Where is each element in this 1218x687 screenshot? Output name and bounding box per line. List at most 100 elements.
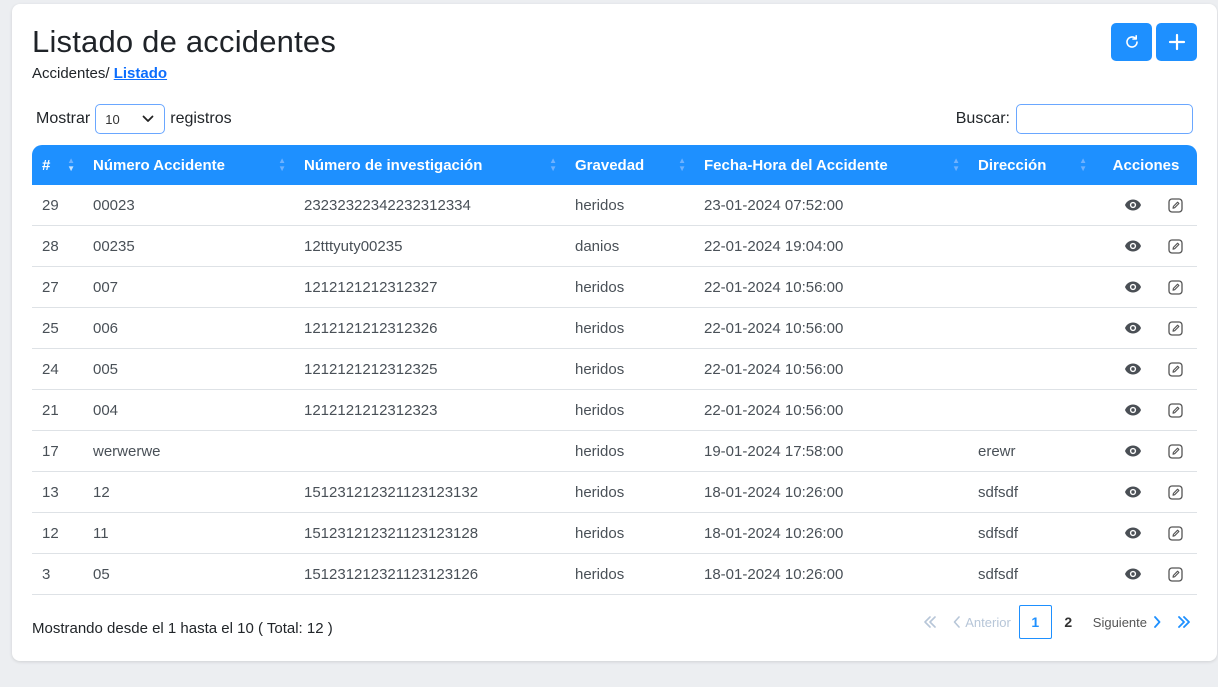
top-toolbar	[1111, 23, 1197, 61]
breadcrumb-parent: Accidentes/	[32, 65, 110, 82]
table-row: 27 007 1212121212312327 heridos 22-01-2024 1…	[32, 267, 1197, 308]
search-control: Buscar:	[956, 104, 1193, 134]
breadcrumb-current-link[interactable]: Listado	[114, 65, 167, 82]
edit-icon	[1167, 566, 1183, 582]
cell-direccion: erewr	[968, 431, 1095, 472]
cell-numero-investigacion: 12tttyuty00235	[294, 226, 565, 267]
chevron-down-icon	[142, 115, 154, 122]
length-prefix-label: Mostrar	[36, 110, 91, 127]
cell-numero-investigacion: 1212121212312325	[294, 349, 565, 390]
cell-gravedad: heridos	[565, 390, 694, 431]
edit-button[interactable]	[1165, 195, 1185, 215]
cell-fecha-hora: 18-01-2024 10:26:00	[694, 513, 968, 554]
page-button-2[interactable]: 2	[1052, 605, 1085, 639]
cell-numero-investigacion: 151231212321123123132	[294, 472, 565, 513]
cell-actions	[1095, 472, 1197, 513]
edit-icon	[1167, 402, 1183, 418]
column-header-numero-accidente[interactable]: Número Accidente ▲ ▼	[83, 145, 294, 185]
sort-icon: ▲ ▼	[952, 156, 960, 173]
cell-direccion: sdfsdf	[968, 513, 1095, 554]
cell-fecha-hora: 22-01-2024 10:56:00	[694, 349, 968, 390]
cell-fecha-hora: 22-01-2024 19:04:00	[694, 226, 968, 267]
cell-gravedad: heridos	[565, 513, 694, 554]
cell-fecha-hora: 18-01-2024 10:26:00	[694, 554, 968, 595]
refresh-button[interactable]	[1111, 23, 1152, 61]
cell-actions	[1095, 349, 1197, 390]
edit-button[interactable]	[1165, 359, 1185, 379]
accidents-table: # ▲ ▼ Número Accidente ▲ ▼ Número de investi…	[32, 145, 1197, 595]
edit-button[interactable]	[1165, 400, 1185, 420]
cell-numero-investigacion: 1212121212312327	[294, 267, 565, 308]
view-button[interactable]	[1123, 441, 1143, 461]
previous-page-button[interactable]: Anterior	[945, 605, 1019, 639]
view-button[interactable]	[1123, 482, 1143, 502]
list-card: Listado de accidentes Accidentes/ Listad…	[12, 4, 1217, 661]
cell-id: 17	[32, 431, 83, 472]
view-button[interactable]	[1123, 523, 1143, 543]
table-row: 25 006 1212121212312326 heridos 22-01-2024 1…	[32, 308, 1197, 349]
column-header-gravedad[interactable]: Gravedad ▲ ▼	[565, 145, 694, 185]
column-header-acciones: Acciones	[1095, 145, 1197, 185]
previous-label: Anterior	[965, 614, 1011, 630]
first-page-button[interactable]	[915, 605, 945, 639]
edit-button[interactable]	[1165, 564, 1185, 584]
add-accident-button[interactable]	[1156, 23, 1197, 61]
column-header-direccion[interactable]: Dirección ▲ ▼	[968, 145, 1095, 185]
edit-button[interactable]	[1165, 441, 1185, 461]
last-page-button[interactable]	[1169, 605, 1199, 639]
cell-id: 12	[32, 513, 83, 554]
chevron-right-icon	[1154, 616, 1161, 628]
edit-button[interactable]	[1165, 318, 1185, 338]
view-button[interactable]	[1123, 400, 1143, 420]
column-header-numero-investigacion[interactable]: Número de investigación ▲ ▼	[294, 145, 565, 185]
edit-button[interactable]	[1165, 482, 1185, 502]
edit-button[interactable]	[1165, 236, 1185, 256]
cell-gravedad: heridos	[565, 349, 694, 390]
eye-icon	[1125, 240, 1141, 252]
view-button[interactable]	[1123, 277, 1143, 297]
cell-actions	[1095, 267, 1197, 308]
cell-actions	[1095, 308, 1197, 349]
next-label: Siguiente	[1092, 614, 1147, 630]
pagination: Anterior 1 2 Siguiente	[915, 605, 1199, 639]
page-length-select[interactable]: 10	[95, 104, 166, 134]
column-header-id[interactable]: # ▲ ▼	[32, 145, 83, 185]
table-header-row: # ▲ ▼ Número Accidente ▲ ▼ Número de investi…	[32, 145, 1197, 185]
column-header-fecha-hora[interactable]: Fecha-Hora del Accidente ▲ ▼	[694, 145, 968, 185]
view-button[interactable]	[1123, 195, 1143, 215]
edit-button[interactable]	[1165, 523, 1185, 543]
cell-gravedad: heridos	[565, 431, 694, 472]
cell-fecha-hora: 22-01-2024 10:56:00	[694, 390, 968, 431]
next-page-button[interactable]: Siguiente	[1085, 605, 1169, 639]
cell-numero-investigacion: 1212121212312326	[294, 308, 565, 349]
cell-numero-accidente: 006	[83, 308, 294, 349]
search-input[interactable]	[1016, 104, 1193, 134]
plus-icon	[1168, 33, 1185, 51]
eye-icon	[1125, 486, 1141, 498]
cell-numero-accidente: 007	[83, 267, 294, 308]
edit-button[interactable]	[1165, 277, 1185, 297]
cell-actions	[1095, 226, 1197, 267]
double-chevron-right-icon	[1178, 616, 1190, 628]
view-button[interactable]	[1123, 359, 1143, 379]
view-button[interactable]	[1123, 564, 1143, 584]
cell-id: 3	[32, 554, 83, 595]
cell-gravedad: heridos	[565, 267, 694, 308]
cell-numero-accidente: 11	[83, 513, 294, 554]
cell-numero-investigacion	[294, 431, 565, 472]
table-row: 24 005 1212121212312325 heridos 22-01-2024 1…	[32, 349, 1197, 390]
cell-actions	[1095, 390, 1197, 431]
eye-icon	[1125, 404, 1141, 416]
view-button[interactable]	[1123, 318, 1143, 338]
view-button[interactable]	[1123, 236, 1143, 256]
eye-icon	[1125, 363, 1141, 375]
cell-direccion	[968, 308, 1095, 349]
edit-icon	[1167, 443, 1183, 459]
edit-icon	[1167, 197, 1183, 213]
cell-gravedad: heridos	[565, 472, 694, 513]
sort-icon: ▲ ▼	[278, 156, 286, 173]
cell-fecha-hora: 18-01-2024 10:26:00	[694, 472, 968, 513]
page-length-control: Mostrar 10 registros	[36, 104, 232, 134]
page-button-1[interactable]: 1	[1018, 605, 1052, 639]
edit-icon	[1167, 484, 1183, 500]
